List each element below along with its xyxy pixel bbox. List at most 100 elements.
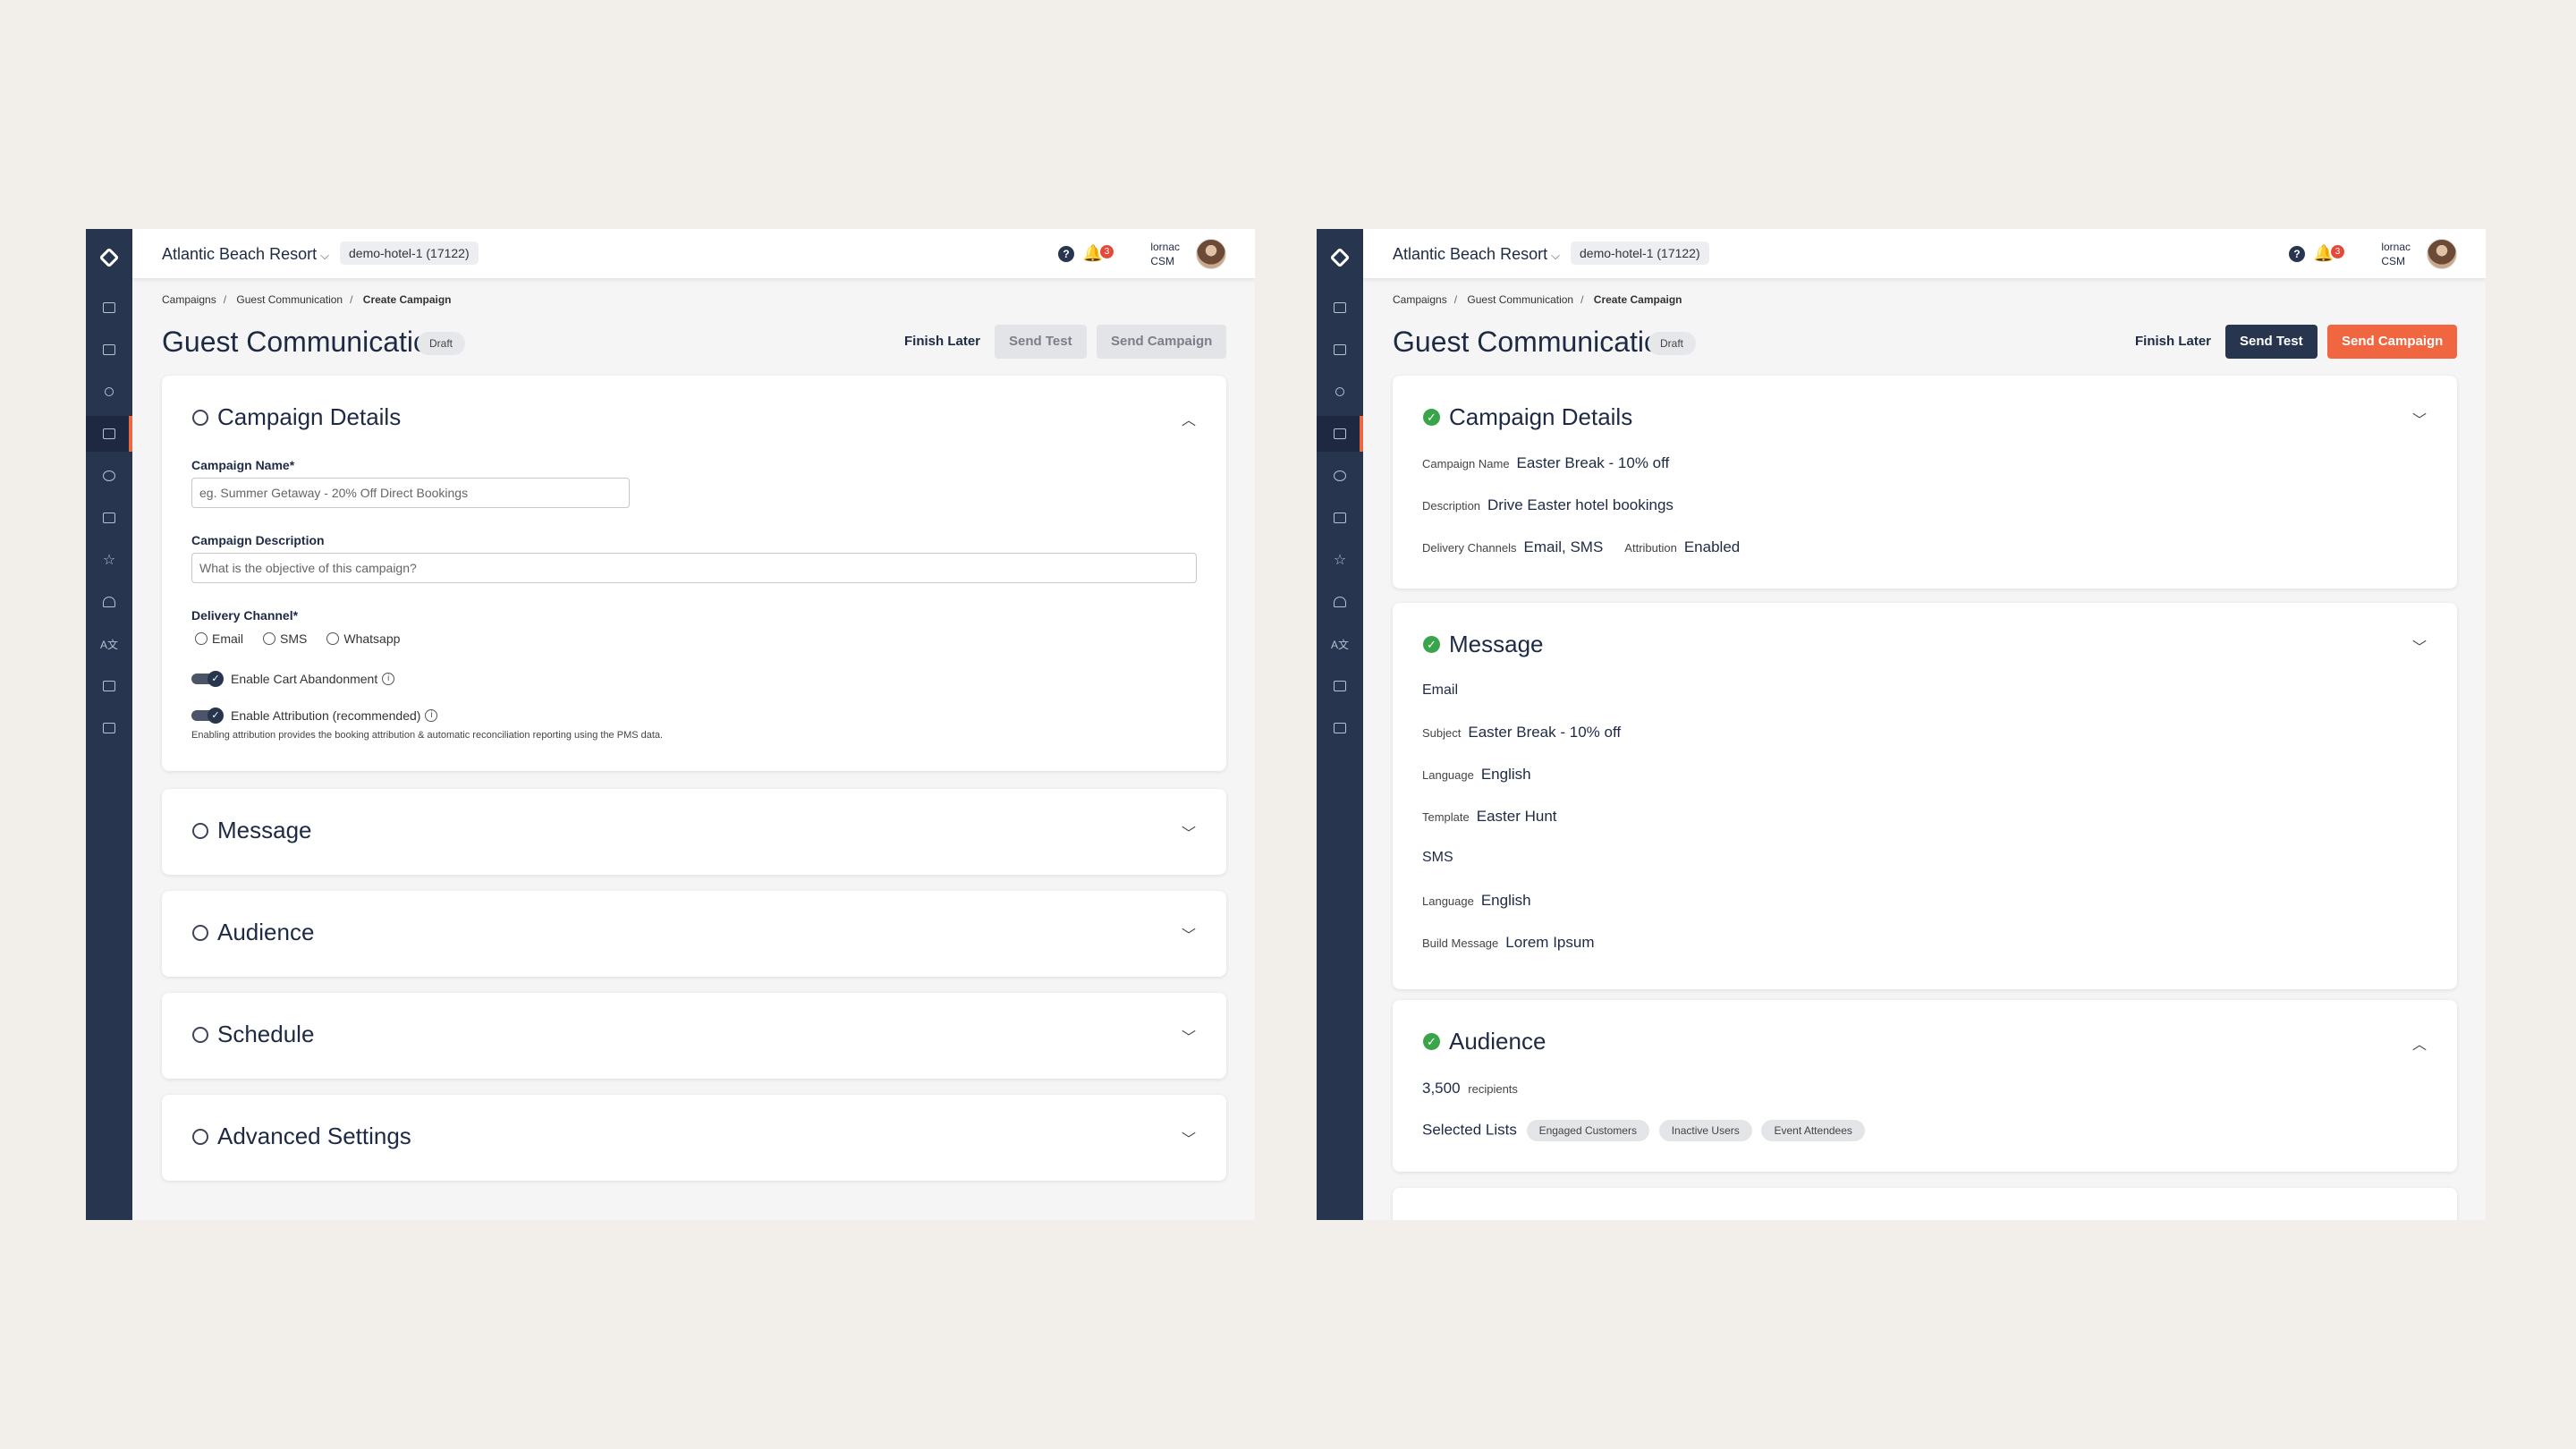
translate-icon[interactable]: A文 <box>1317 626 1363 662</box>
clipboard-icon[interactable] <box>1317 332 1363 368</box>
sms-heading: SMS <box>1422 850 1453 865</box>
selected-lists-row: Selected Lists Engaged Customers Inactiv… <box>1422 1120 1865 1141</box>
message-card[interactable]: Message ﹀ <box>162 789 1226 875</box>
chevron-down-icon: ⌵ <box>1551 249 1560 262</box>
inbox-icon[interactable] <box>86 500 132 536</box>
campaign-name-row: Campaign Name Easter Break - 10% off <box>1422 454 1670 471</box>
chevron-down-icon[interactable]: ﹀ <box>1182 1127 1196 1148</box>
info-icon[interactable]: i <box>382 673 395 685</box>
chevron-down-icon[interactable]: ﹀ <box>1182 1025 1196 1046</box>
breadcrumb-guest-communication[interactable]: Guest Communication <box>1467 293 1573 306</box>
audience-header[interactable]: ✓ Audience <box>1423 1028 1546 1055</box>
logo-icon[interactable] <box>86 243 132 272</box>
send-test-button[interactable]: Send Test <box>2225 325 2318 359</box>
chat-icon[interactable] <box>1317 458 1363 494</box>
user-info[interactable]: lornac CSM <box>1150 240 1180 268</box>
campaign-details-card: ✓ Campaign Details ﹀ Campaign Name Easter … <box>1393 376 2457 589</box>
step-incomplete-icon <box>192 924 208 941</box>
schedule-card[interactable]: Schedule ﹀ <box>162 993 1226 1079</box>
message-header[interactable]: ✓ Message <box>1423 631 1544 658</box>
message-card: ✓ Message ﹀ Email Subject Easter Break - 1… <box>1393 603 2457 989</box>
campaign-details-header[interactable]: ✓ Campaign Details <box>1423 403 1632 431</box>
campaign-description-input[interactable]: What is the objective of this campaign? <box>191 553 1197 583</box>
star-icon[interactable]: ☆ <box>1317 542 1363 578</box>
id-card-icon[interactable] <box>86 710 132 746</box>
send-test-button[interactable]: Send Test <box>995 325 1087 359</box>
user-icon[interactable] <box>1317 374 1363 410</box>
campaign-summary-screen: ☆ A文 Atlantic Beach Resort ⌵ demo-hotel-1… <box>1317 229 2486 1220</box>
top-bar: Atlantic Beach Resort ⌵ demo-hotel-1 (171… <box>1363 229 2486 279</box>
advanced-settings-section-title: Advanced Settings <box>217 1123 411 1149</box>
dashboard-icon[interactable] <box>86 290 132 326</box>
message-section-title: Message <box>217 817 312 843</box>
hotel-id-chip: demo-hotel-1 (17122) <box>1571 242 1709 265</box>
check-circle-icon: ✓ <box>1423 409 1440 426</box>
finish-later-button[interactable]: Finish Later <box>904 325 980 359</box>
email-heading: Email <box>1422 682 1459 698</box>
status-badge: Draft <box>417 332 466 355</box>
attribution-toggle[interactable]: ✓ <box>191 708 224 724</box>
campaign-form-screen: ☆ A文 Atlantic Beach Resort ⌵ demo-hotel-1… <box>86 229 1255 1220</box>
dashboard-icon[interactable] <box>1317 290 1363 326</box>
logo-icon[interactable] <box>1317 243 1363 272</box>
help-icon[interactable]: ? <box>2289 246 2305 262</box>
bed-icon[interactable] <box>1317 668 1363 704</box>
audience-card[interactable]: Audience ﹀ <box>162 891 1226 977</box>
campaigns-icon[interactable] <box>86 416 132 452</box>
delivery-channel-group: Email SMS Whatsapp <box>195 631 419 646</box>
build-message-row: Build Message Lorem Ipsum <box>1422 934 1595 951</box>
breadcrumb-campaigns[interactable]: Campaigns <box>1393 293 1447 306</box>
breadcrumb: Campaigns / Guest Communication / Create C… <box>162 293 452 306</box>
channel-whatsapp-radio[interactable]: Whatsapp <box>326 631 400 646</box>
advanced-settings-card[interactable]: Advanced Settings ﹀ <box>162 1095 1226 1181</box>
step-incomplete-icon <box>192 1128 208 1145</box>
send-campaign-button[interactable]: Send Campaign <box>1097 325 1227 359</box>
notification-badge: 3 <box>1100 245 1114 258</box>
avatar[interactable] <box>2427 239 2457 269</box>
channel-email-radio[interactable]: Email <box>195 631 243 646</box>
audience-card: ✓ Audience ︿ 3,500 recipients Selected Li… <box>1393 1000 2457 1172</box>
campaign-name-label: Campaign Name* <box>191 458 295 472</box>
clipboard-icon[interactable] <box>86 332 132 368</box>
sms-language-row: Language English <box>1422 892 1531 909</box>
page-title: Guest Communication <box>162 326 445 358</box>
chevron-down-icon[interactable]: ﹀ <box>2412 635 2427 657</box>
user-info[interactable]: lornac CSM <box>2381 240 2411 268</box>
schedule-card-partial[interactable] <box>1393 1188 2457 1220</box>
chevron-up-icon[interactable]: ︿ <box>2412 1032 2427 1054</box>
campaign-details-header[interactable]: Campaign Details <box>192 403 401 431</box>
step-incomplete-icon <box>192 1026 208 1043</box>
description-row: Description Drive Easter hotel bookings <box>1422 496 1674 513</box>
breadcrumb-campaigns[interactable]: Campaigns <box>162 293 216 306</box>
id-card-icon[interactable] <box>1317 710 1363 746</box>
breadcrumb-guest-communication[interactable]: Guest Communication <box>236 293 343 306</box>
campaigns-icon[interactable] <box>1317 416 1363 452</box>
campaign-details-card: Campaign Details ︿ Campaign Name* eg. Su… <box>162 376 1226 771</box>
chat-icon[interactable] <box>86 458 132 494</box>
avatar[interactable] <box>1196 239 1226 269</box>
hotel-selector[interactable]: Atlantic Beach Resort ⌵ <box>162 245 329 264</box>
translate-icon[interactable]: A文 <box>86 626 132 662</box>
bed-icon[interactable] <box>86 668 132 704</box>
chevron-up-icon[interactable]: ︿ <box>1182 408 1196 429</box>
concierge-icon[interactable] <box>1317 584 1363 620</box>
channels-row: Delivery Channels Email, SMS Attribution En… <box>1422 538 1741 555</box>
hotel-selector[interactable]: Atlantic Beach Resort ⌵ <box>1393 245 1560 264</box>
finish-later-button[interactable]: Finish Later <box>2135 325 2211 359</box>
cart-abandonment-toggle[interactable]: ✓ <box>191 671 224 687</box>
chevron-down-icon[interactable]: ﹀ <box>2412 408 2427 429</box>
chevron-down-icon[interactable]: ﹀ <box>1182 923 1196 945</box>
channel-sms-radio[interactable]: SMS <box>263 631 307 646</box>
info-icon[interactable]: i <box>425 709 438 722</box>
send-campaign-button[interactable]: Send Campaign <box>2327 325 2458 359</box>
chevron-down-icon[interactable]: ﹀ <box>1182 821 1196 843</box>
concierge-icon[interactable] <box>86 584 132 620</box>
campaign-name-input[interactable]: eg. Summer Getaway - 20% Off Direct Book… <box>191 478 630 508</box>
user-icon[interactable] <box>86 374 132 410</box>
chevron-down-icon: ⌵ <box>320 249 329 262</box>
help-icon[interactable]: ? <box>1058 246 1074 262</box>
breadcrumb-current: Create Campaign <box>1593 293 1682 306</box>
star-icon[interactable]: ☆ <box>86 542 132 578</box>
delivery-channel-label: Delivery Channel* <box>191 608 299 623</box>
inbox-icon[interactable] <box>1317 500 1363 536</box>
